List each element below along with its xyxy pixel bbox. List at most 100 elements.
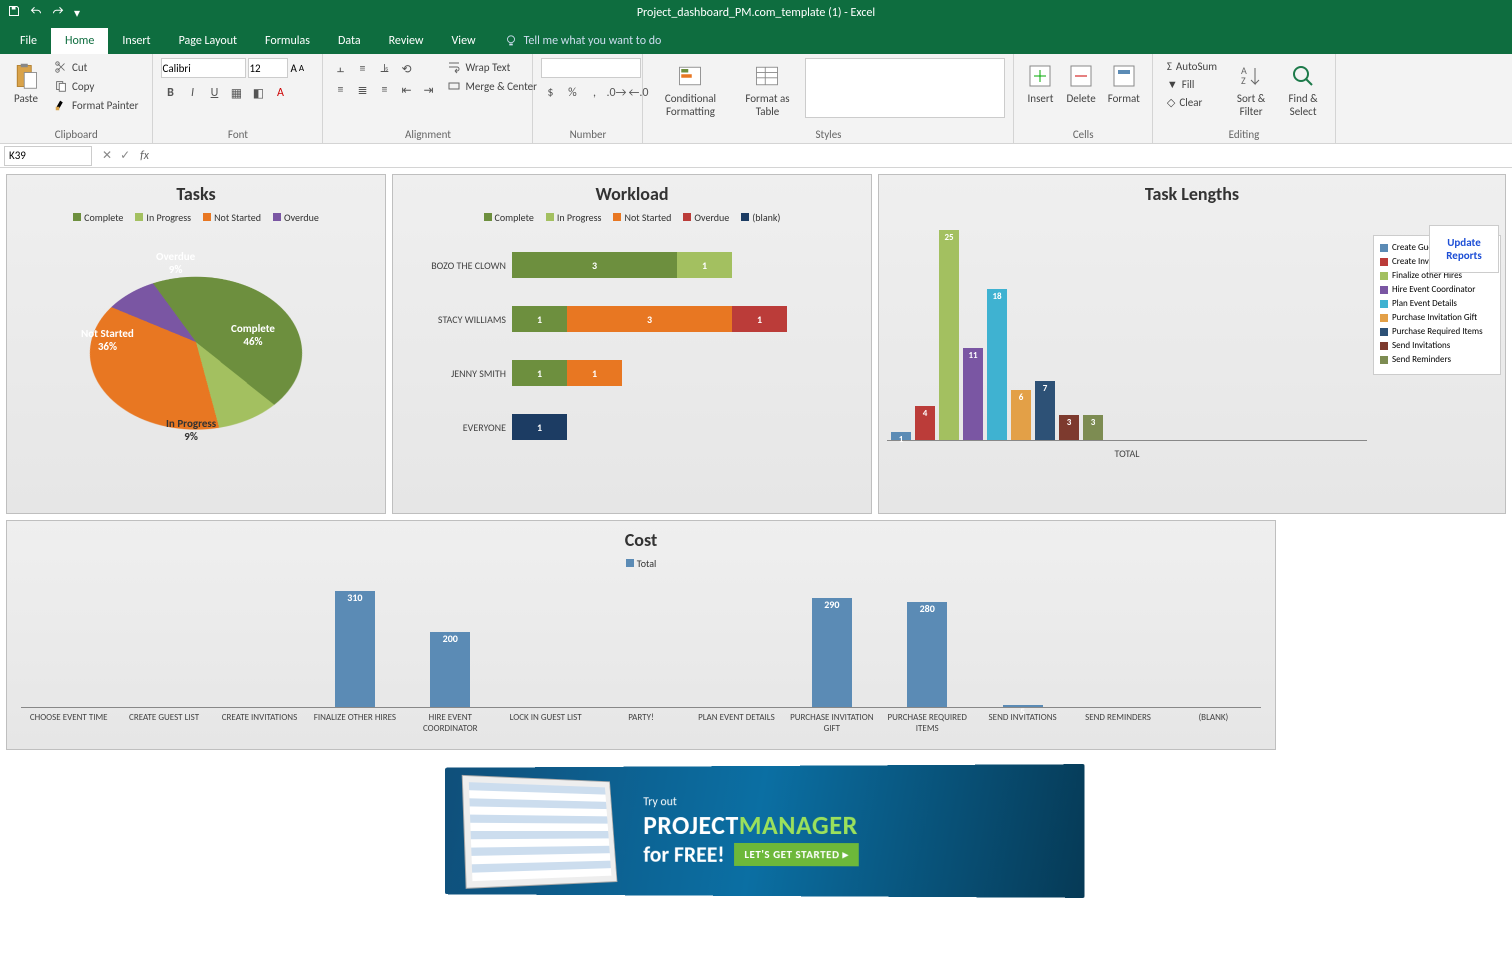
banner-brand1: PROJECT [643, 809, 739, 841]
tab-home[interactable]: Home [51, 28, 108, 54]
workload-row: STACY WILLIAMS131 [411, 306, 853, 332]
clear-button[interactable]: ◇ Clear [1161, 94, 1223, 111]
promo-banner[interactable]: Try out PROJECTMANAGER for FREE!LET'S GE… [445, 764, 1085, 898]
update-reports-button[interactable]: Update Reports [1429, 225, 1499, 273]
lengths-bar: 3 [1083, 415, 1103, 440]
tab-file[interactable]: File [6, 28, 51, 54]
tell-me-label: Tell me what you want to do [524, 34, 662, 48]
font-color-button[interactable]: A [271, 84, 289, 102]
cost-bar [689, 578, 784, 707]
cancel-icon[interactable]: ✕ [102, 148, 112, 163]
indent-inc-icon[interactable]: ⇥ [419, 81, 437, 99]
autosum-button[interactable]: Σ AutoSum [1161, 58, 1223, 75]
cost-bar [21, 578, 116, 707]
tab-insert[interactable]: Insert [108, 28, 164, 54]
cost-bar [1166, 578, 1261, 707]
italic-button[interactable]: I [183, 84, 201, 102]
lengths-bar: 18 [987, 289, 1007, 440]
brush-icon [54, 98, 68, 112]
formula-input[interactable] [155, 146, 1512, 166]
undo-icon[interactable] [30, 5, 42, 21]
enter-icon[interactable]: ✓ [120, 148, 130, 163]
underline-button[interactable]: U [205, 84, 223, 102]
qat-dropdown-icon[interactable]: ▾ [74, 6, 80, 21]
grow-font-icon[interactable]: A [290, 62, 296, 75]
insert-icon [1026, 62, 1054, 90]
sort-icon: AZ [1237, 62, 1265, 90]
merge-center-button[interactable]: Merge & Center [441, 77, 543, 95]
formula-bar: ✕ ✓ fx [0, 144, 1512, 168]
cost-bar [1070, 578, 1165, 707]
align-center-icon[interactable]: ≣ [353, 81, 371, 99]
bulb-icon [504, 34, 518, 48]
fx-icon[interactable]: fx [140, 149, 155, 163]
align-right-icon[interactable]: ≡ [375, 81, 393, 99]
banner-line1: Try out [643, 794, 859, 809]
cost-bar: 280 [880, 578, 975, 707]
indent-dec-icon[interactable]: ⇤ [397, 81, 415, 99]
tab-data[interactable]: Data [324, 28, 375, 54]
group-number: $ % , .0→ ←.0 Number [533, 54, 643, 143]
align-middle-icon[interactable]: ≡ [353, 60, 371, 78]
format-as-table-button[interactable]: Format as Table [733, 58, 801, 122]
quick-access-toolbar: ▾ [0, 5, 80, 21]
task-lengths-chart[interactable]: Task Lengths 142511186733 TOTAL Create G… [878, 174, 1506, 514]
lengths-title: Task Lengths [887, 183, 1497, 205]
wrap-icon [447, 60, 461, 74]
fill-button[interactable]: ▼ Fill [1161, 76, 1223, 93]
conditional-formatting-button[interactable]: Conditional Formatting [651, 58, 729, 122]
shrink-font-icon[interactable]: A [299, 63, 304, 74]
wrap-text-button[interactable]: Wrap Text [441, 58, 543, 76]
font-size[interactable] [248, 58, 288, 78]
editing-label: Editing [1161, 128, 1327, 141]
tab-review[interactable]: Review [375, 28, 438, 54]
orientation-icon[interactable]: ⟲ [397, 60, 415, 78]
delete-cells-button[interactable]: Delete [1062, 58, 1099, 109]
tell-me[interactable]: Tell me what you want to do [490, 28, 676, 54]
save-icon[interactable] [8, 5, 20, 21]
align-left-icon[interactable]: ≡ [331, 81, 349, 99]
table-icon [753, 62, 781, 90]
workload-chart[interactable]: Workload CompleteIn ProgressNot StartedO… [392, 174, 872, 514]
inc-decimal-icon[interactable]: .0→ [607, 84, 625, 102]
scissors-icon [54, 60, 68, 74]
percent-icon[interactable]: % [563, 84, 581, 102]
cost-chart[interactable]: Cost Total 3102002902805 CHOOSE EVENT TI… [6, 520, 1276, 750]
tasks-chart[interactable]: Tasks CompleteIn ProgressNot StartedOver… [6, 174, 386, 514]
tab-formulas[interactable]: Formulas [251, 28, 324, 54]
align-bottom-icon[interactable]: ⫡ [375, 60, 393, 78]
banner-line3: for FREE! [643, 840, 724, 867]
tab-page-layout[interactable]: Page Layout [165, 28, 251, 54]
cell-styles-gallery[interactable] [805, 58, 1005, 118]
workload-row: BOZO THE CLOWN31 [411, 252, 853, 278]
comma-icon[interactable]: , [585, 84, 603, 102]
currency-icon[interactable]: $ [541, 84, 559, 102]
merge-icon [447, 79, 461, 93]
fill-color-button[interactable]: ◧ [249, 84, 267, 102]
lengths-body: 142511186733 [887, 211, 1367, 441]
find-select-button[interactable]: Find & Select [1279, 58, 1327, 122]
insert-cells-button[interactable]: Insert [1022, 58, 1058, 109]
paste-button[interactable]: Paste [8, 58, 44, 109]
format-cells-button[interactable]: Format [1104, 58, 1144, 109]
bold-button[interactable]: B [161, 84, 179, 102]
ribbon-tabs: File Home Insert Page Layout Formulas Da… [0, 26, 1512, 54]
cut-button[interactable]: Cut [48, 58, 144, 76]
dashboard: Tasks CompleteIn ProgressNot StartedOver… [0, 168, 1512, 912]
sort-filter-button[interactable]: AZSort & Filter [1227, 58, 1275, 122]
banner-cta[interactable]: LET'S GET STARTED ▸ [734, 842, 858, 865]
copy-button[interactable]: Copy [48, 77, 144, 95]
format-painter-button[interactable]: Format Painter [48, 96, 144, 114]
border-button[interactable]: ▦ [227, 84, 245, 102]
redo-icon[interactable] [52, 5, 64, 21]
font-name[interactable] [161, 58, 246, 78]
workload-legend: CompleteIn ProgressNot StartedOverdue(bl… [401, 211, 863, 224]
group-editing: Σ AutoSum ▼ Fill ◇ Clear AZSort & Filter… [1153, 54, 1336, 143]
lengths-xlabel: TOTAL [887, 447, 1367, 460]
tab-view[interactable]: View [438, 28, 490, 54]
lengths-bar: 1 [891, 432, 911, 440]
number-format[interactable] [541, 58, 641, 78]
align-top-icon[interactable]: ⫠ [331, 60, 349, 78]
styles-label: Styles [651, 128, 1005, 141]
name-box[interactable] [4, 146, 92, 166]
